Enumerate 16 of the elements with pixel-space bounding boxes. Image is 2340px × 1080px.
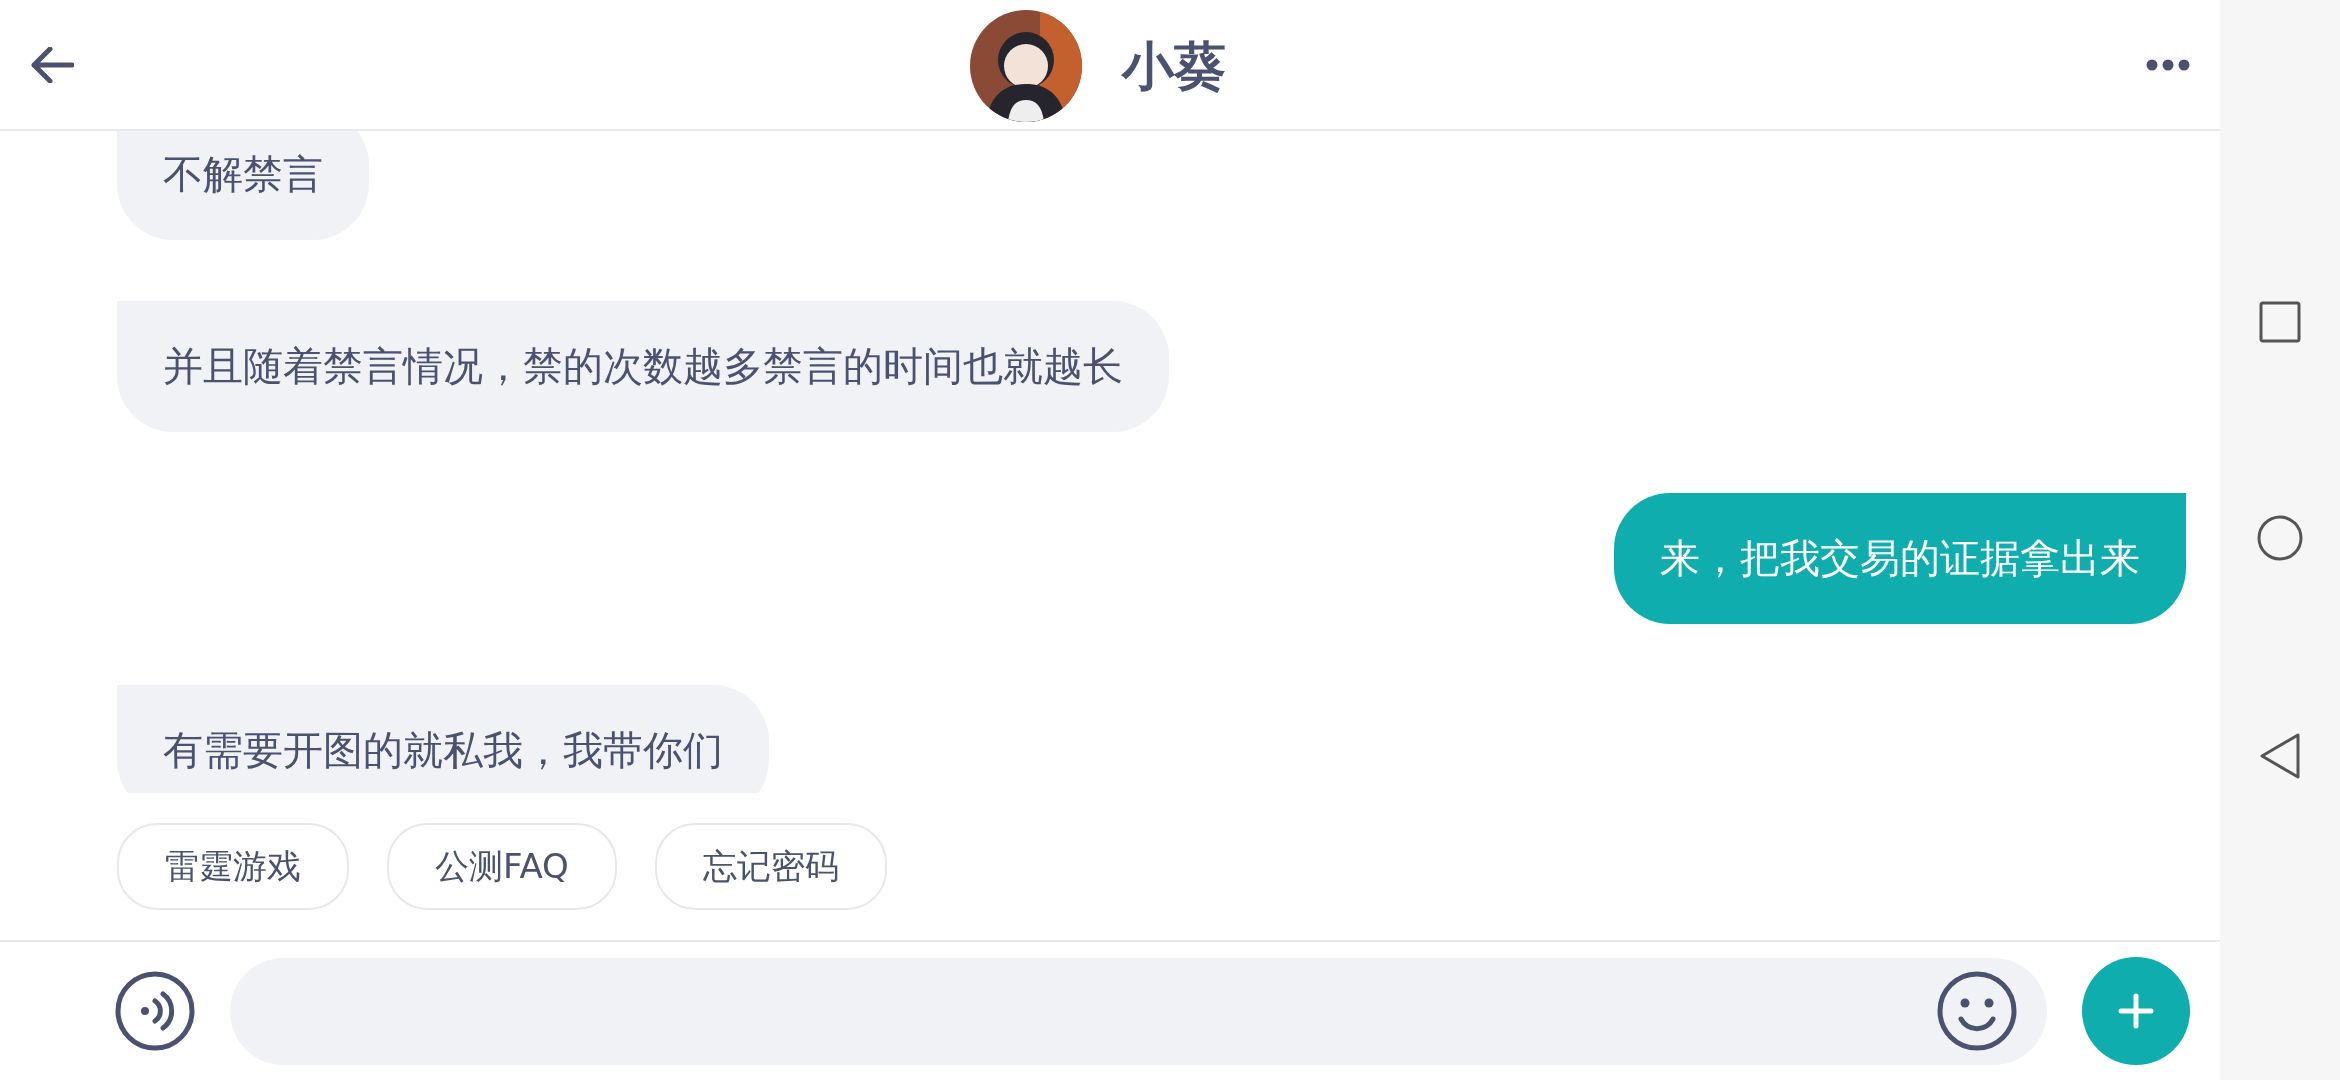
quick-reply-chip[interactable]: 忘记密码 [654, 823, 887, 910]
more-icon[interactable] [2146, 58, 2190, 71]
message-bubble: 并且随着禁言情况，禁的次数越多禁言的时间也就越长 [117, 301, 1169, 432]
message-bubble: 来，把我交易的证据拿出来 [1614, 493, 2186, 624]
quick-reply-chip[interactable]: 雷霆游戏 [117, 823, 349, 910]
message-bubble: 有需要开图的就私我，我带你们 [117, 685, 769, 793]
plus-icon [2118, 993, 2154, 1029]
message-bubble: 不解禁言 [117, 131, 369, 240]
voice-icon[interactable] [115, 971, 195, 1051]
quick-reply-chip[interactable]: 公测FAQ [387, 823, 617, 910]
home-icon[interactable] [2256, 514, 2304, 562]
recents-icon[interactable] [2258, 300, 2302, 344]
contact-name: 小葵 [1122, 35, 1226, 98]
emoji-icon[interactable] [1937, 971, 2017, 1051]
back-icon[interactable] [30, 46, 74, 83]
back-nav-icon[interactable] [2258, 732, 2302, 780]
